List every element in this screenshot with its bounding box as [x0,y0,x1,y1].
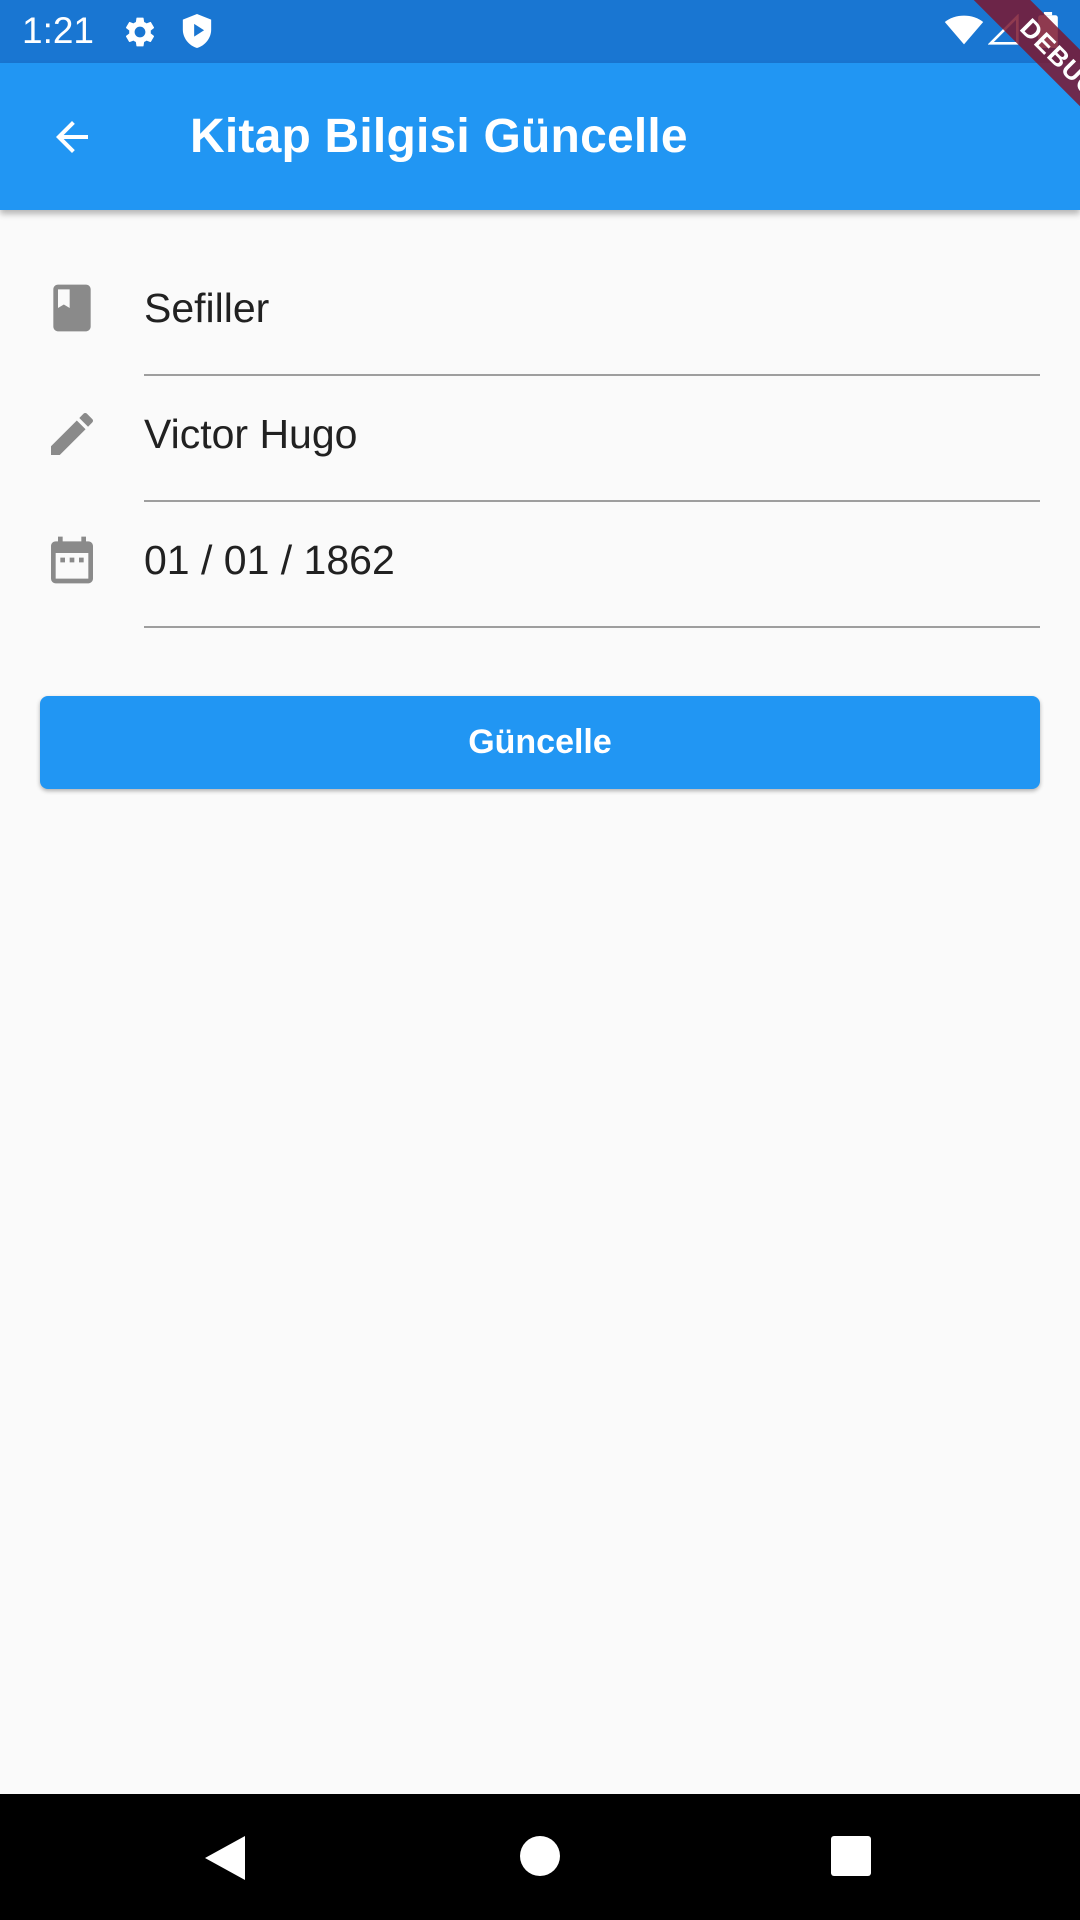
status-time: 1:21 [22,10,95,51]
author-underline [144,500,1040,502]
pencil-icon [44,406,100,462]
nav-back-icon[interactable] [204,1836,246,1880]
battery-icon [1038,12,1058,48]
status-bar: 1:21 [0,0,1080,63]
update-button[interactable]: Güncelle [40,696,1040,789]
nav-recents-icon[interactable] [831,1836,871,1876]
nav-home-icon[interactable] [520,1836,560,1876]
author-row [0,386,1080,512]
book-title-underline [144,374,1040,376]
date-underline [144,626,1040,628]
book-title-row [0,260,1080,386]
signal-icon [988,14,1019,45]
back-button[interactable] [40,109,104,165]
app-bar: Kitap Bilgisi Güncelle [0,63,1080,210]
system-nav-bar [0,1794,1080,1920]
date-input[interactable] [144,532,1040,588]
page-title: Kitap Bilgisi Güncelle [190,110,688,163]
calendar-icon [44,532,100,588]
wifi-icon [944,15,984,45]
date-row [0,512,1080,638]
gear-icon [125,17,155,47]
arrow-back-icon [56,121,88,153]
book-title-input[interactable] [144,280,1040,336]
author-input[interactable] [144,406,1040,462]
book-icon [44,280,100,336]
shield-play-icon [182,14,212,48]
